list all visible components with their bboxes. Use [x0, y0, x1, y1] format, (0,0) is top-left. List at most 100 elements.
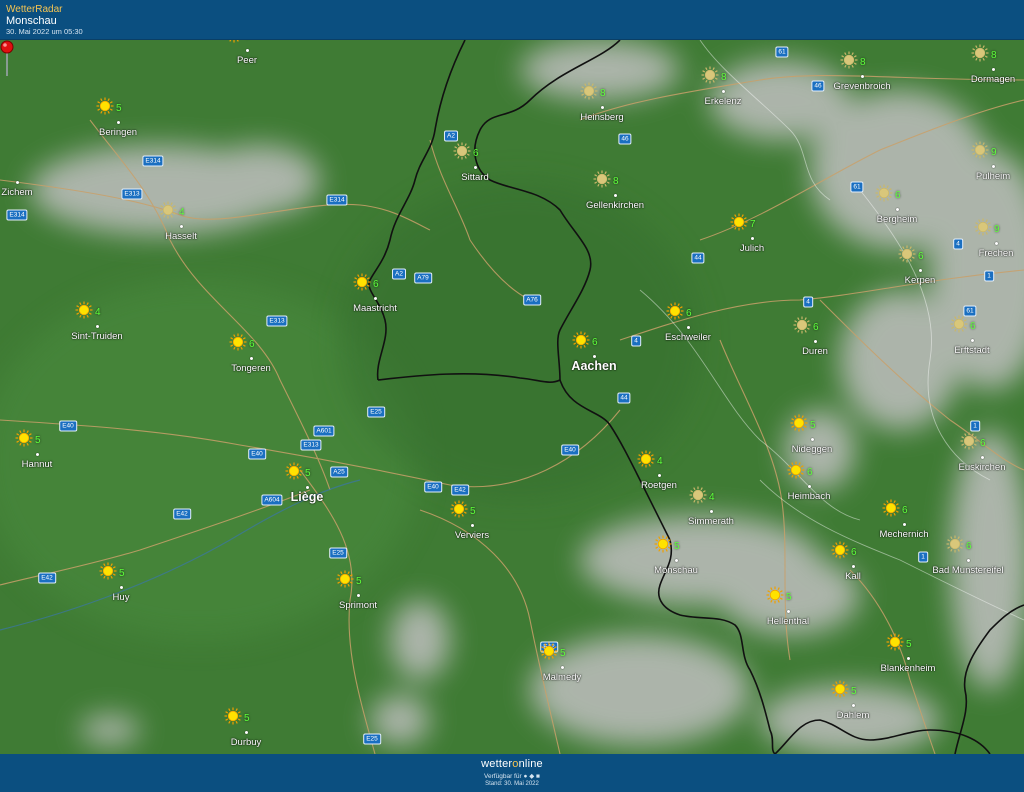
temperature-value: 6 [918, 251, 924, 262]
city-label[interactable]: Erftstadt [954, 345, 989, 356]
road-shield: E40 [59, 420, 77, 432]
city-label[interactable]: Hannut [22, 459, 53, 470]
sun-icon [453, 142, 471, 160]
road-shield: E313 [121, 188, 143, 200]
app-footer: wetteronline Verfügbar für ● ◆ ■ Stand: … [0, 754, 1024, 792]
temperature-value: 5 [470, 506, 476, 517]
city-label[interactable]: Pulheim [976, 171, 1010, 182]
road-shield: E314 [6, 209, 28, 221]
sun-icon [974, 218, 992, 236]
city-label[interactable]: Simmerath [688, 516, 734, 527]
road-shield: E314 [142, 155, 164, 167]
city-label[interactable]: Verviers [455, 530, 489, 541]
city-dot [592, 355, 596, 358]
city-label[interactable]: Sittard [461, 172, 488, 183]
sun-icon [99, 562, 117, 580]
city-label[interactable]: Bad Munstereifel [932, 565, 1003, 576]
city-label[interactable]: Roetgen [641, 480, 677, 491]
city-dot [895, 208, 899, 211]
sun-icon [580, 82, 598, 100]
city-label[interactable]: Zichem [1, 187, 32, 198]
city-label[interactable]: Julich [740, 243, 764, 254]
road-shield: 61 [775, 46, 789, 58]
road-shield: 46 [811, 80, 825, 92]
city-dot [179, 225, 183, 228]
city-label[interactable]: Sprimont [339, 600, 377, 611]
city-label[interactable]: Gellenkirchen [586, 200, 644, 211]
city-label[interactable]: Malmedy [543, 672, 582, 683]
city-dot [674, 559, 678, 562]
city-label[interactable]: Liège [291, 490, 324, 504]
city-label[interactable]: Peer [237, 55, 257, 66]
city-label[interactable]: Tongeren [231, 363, 271, 374]
road-shield: A2 [444, 130, 458, 142]
sun-icon [882, 499, 900, 517]
city-dot [966, 559, 970, 562]
sun-icon [229, 333, 247, 351]
location-pin-icon[interactable] [0, 40, 14, 76]
city-dot [860, 75, 864, 78]
road-shield: E40 [561, 444, 579, 456]
city-dot [245, 49, 249, 52]
city-label[interactable]: Erkelenz [705, 96, 742, 107]
city-label[interactable]: Maastricht [353, 303, 397, 314]
city-label[interactable]: Aachen [571, 359, 616, 373]
city-label[interactable]: Hellenthal [767, 616, 809, 627]
temperature-value: 6 [592, 337, 598, 348]
temperature-value: 5 [356, 576, 362, 587]
city-dot [35, 453, 39, 456]
city-label[interactable]: Sint-Truiden [71, 331, 122, 342]
sun-icon [971, 44, 989, 62]
sun-icon [960, 432, 978, 450]
city-label[interactable]: Kerpen [905, 275, 936, 286]
city-label[interactable]: Beringen [99, 127, 137, 138]
weather-map[interactable]: 61 46 A2 46 E314 E313 E314 E314 61 4 A2 A79 A76 44 1 E3… [0, 40, 1024, 754]
temperature-value: 6 [970, 321, 976, 332]
road-shield: A2 [392, 268, 406, 280]
city-dot [721, 90, 725, 93]
windows-icon: ■ [536, 773, 540, 780]
temperature-value: 4 [95, 307, 101, 318]
road-shield: A25 [330, 466, 348, 478]
sun-icon [840, 51, 858, 69]
city-label[interactable]: Duren [802, 346, 828, 357]
temperature-value: 6 [807, 467, 813, 478]
city-label[interactable]: Eschweiler [665, 332, 711, 343]
city-label[interactable]: Heimbach [788, 491, 831, 502]
road-shield: E313 [300, 439, 322, 451]
city-label[interactable]: Bergheim [877, 214, 918, 225]
map-background [0, 40, 1024, 754]
temperature-value: 6 [686, 308, 692, 319]
road-shield: A79 [414, 272, 432, 284]
city-dot [851, 565, 855, 568]
city-label[interactable]: Nideggen [792, 444, 833, 455]
city-label[interactable]: Heinsberg [580, 112, 623, 123]
city-label[interactable]: Mechernich [879, 529, 928, 540]
city-label[interactable]: Monschau [654, 565, 698, 576]
temperature-value: 4 [657, 456, 663, 467]
temperature-value: 5 [810, 420, 816, 431]
temperature-value: 6 [813, 322, 819, 333]
wetteronline-logo[interactable]: wetteronline [0, 758, 1024, 770]
city-label[interactable]: Kall [845, 571, 861, 582]
sun-icon [701, 66, 719, 84]
city-label[interactable]: Huy [113, 592, 130, 603]
temperature-value: 5 [116, 103, 122, 114]
city-label[interactable]: Frechen [979, 248, 1014, 259]
city-label[interactable]: Dormagen [971, 74, 1015, 85]
city-label[interactable]: Dahlem [837, 710, 870, 721]
road-shield: E40 [248, 448, 266, 460]
city-label[interactable]: Hasselt [165, 231, 197, 242]
city-label[interactable]: Durbuy [231, 737, 262, 748]
sun-icon [875, 184, 893, 202]
temperature-value: 8 [860, 57, 866, 68]
temperature-value: 6 [249, 339, 255, 350]
city-dot [994, 242, 998, 245]
city-label[interactable]: Blankenheim [881, 663, 936, 674]
temperature-value: 6 [966, 541, 972, 552]
temperature-value: 6 [902, 505, 908, 516]
road-shield: E313 [266, 315, 288, 327]
city-label[interactable]: Grevenbroich [833, 81, 890, 92]
city-label[interactable]: Euskirchen [959, 462, 1006, 473]
sun-icon [766, 586, 784, 604]
